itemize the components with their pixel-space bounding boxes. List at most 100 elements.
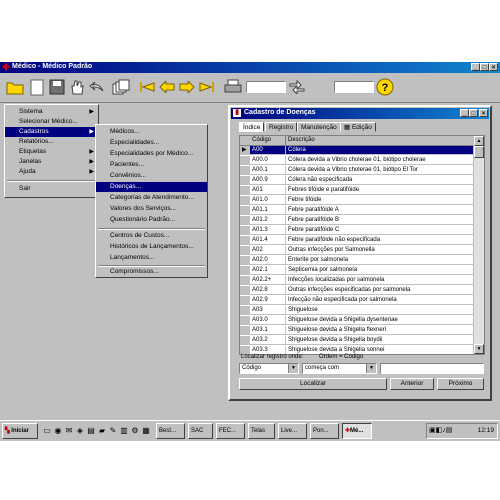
cell-descricao[interactable]: Septicemia por salmonela xyxy=(286,266,474,275)
dropdown-arrow-icon[interactable]: ▼ xyxy=(366,364,376,373)
row-indicator[interactable] xyxy=(240,196,250,205)
cell-codigo[interactable]: A02.1 xyxy=(250,266,286,275)
maximize-button[interactable]: □ xyxy=(480,63,489,71)
cell-descricao[interactable]: Febre paratifóide A xyxy=(286,206,474,215)
calendar-icon[interactable]: ▦ xyxy=(141,425,151,436)
row-indicator[interactable] xyxy=(240,186,250,195)
cell-descricao[interactable]: Febre paratifóide não especificada xyxy=(286,236,474,245)
submenu-item-compromissos[interactable]: Compromissos... xyxy=(96,267,207,277)
cell-codigo[interactable]: A01.4 xyxy=(250,236,286,245)
task-medico[interactable]: ✚Mé... xyxy=(342,423,372,439)
menu-item-sair[interactable]: Sair xyxy=(5,184,98,194)
row-indicator[interactable] xyxy=(240,276,250,285)
submenu-item-convenios[interactable]: Convênios... xyxy=(96,171,207,181)
new-doc-icon[interactable] xyxy=(28,78,46,96)
cell-descricao[interactable]: Cólera devida a Vibrio cholerae 01, biót… xyxy=(286,166,474,175)
menu-item-relatorios[interactable]: Relatórios... xyxy=(5,137,98,147)
cell-codigo[interactable]: A03.0 xyxy=(250,316,286,325)
cell-descricao[interactable]: Cólera xyxy=(286,146,474,155)
cell-codigo[interactable]: A00.1 xyxy=(250,166,286,175)
cell-codigo[interactable]: A00.9 xyxy=(250,176,286,185)
diseases-grid[interactable]: Código Descrição ▶ A00 Cólera A00.0 Cólera d… xyxy=(239,135,485,355)
cell-codigo[interactable]: A01.3 xyxy=(250,226,286,235)
task-telas[interactable]: Telas xyxy=(248,423,275,439)
cell-descricao[interactable]: Infecções localizadas por salmonela xyxy=(286,276,474,285)
edit-icon[interactable]: ✎ xyxy=(108,425,118,436)
menu-item-cadastros[interactable]: Cadastros ▶ xyxy=(5,127,98,137)
submenu-item-especialidades[interactable]: Especialidades... xyxy=(96,138,207,148)
cell-descricao[interactable]: Cólera devida a Vibrio cholerae 01, biót… xyxy=(286,156,474,165)
search-value-input[interactable] xyxy=(380,363,484,374)
back-arrow-icon[interactable] xyxy=(88,78,106,96)
submenu-item-categorias[interactable]: Categorias de Atendimento... xyxy=(96,193,207,203)
submenu-item-doencas[interactable]: Doenças... xyxy=(96,182,207,192)
cell-descricao[interactable]: Infecção não especificada por salmonela xyxy=(286,296,474,305)
folder-icon[interactable] xyxy=(6,78,24,96)
menu-item-sistema[interactable]: Sistema ▶ xyxy=(5,107,98,117)
cell-codigo[interactable]: A02 xyxy=(250,246,286,255)
clock[interactable]: 12:19 xyxy=(478,427,494,434)
cell-codigo[interactable]: A02.9 xyxy=(250,296,286,305)
save-icon[interactable] xyxy=(48,78,66,96)
row-indicator[interactable] xyxy=(240,176,250,185)
cell-codigo[interactable]: A02.0 xyxy=(250,256,286,265)
last-record-icon[interactable] xyxy=(198,78,216,96)
cell-codigo[interactable]: A01.1 xyxy=(250,206,286,215)
row-indicator[interactable] xyxy=(240,306,250,315)
cell-descricao[interactable]: Cólera não especificada xyxy=(286,176,474,185)
row-indicator[interactable] xyxy=(240,336,250,345)
menu-item-etiquetas[interactable]: Etiquetas ▶ xyxy=(5,147,98,157)
toolbar-field-2[interactable] xyxy=(334,81,374,93)
hand-icon[interactable] xyxy=(68,78,86,96)
submenu-item-questionario[interactable]: Questionário Padrão... xyxy=(96,215,207,225)
row-indicator[interactable] xyxy=(240,156,250,165)
cell-descricao[interactable]: Febre paratifóide C xyxy=(286,226,474,235)
prev-record-icon[interactable] xyxy=(158,78,176,96)
search-field-select[interactable]: Código ▼ xyxy=(239,363,299,374)
cell-descricao[interactable]: Shiguelose devida a Shigella sonnei xyxy=(286,346,474,354)
notes-icon[interactable]: ▥ xyxy=(119,425,129,436)
cell-descricao[interactable]: Shiguelose xyxy=(286,306,474,315)
tab-manutencao[interactable]: Manutenção xyxy=(297,122,341,132)
scroll-up-icon[interactable]: ▲ xyxy=(474,136,484,146)
row-indicator[interactable] xyxy=(240,286,250,295)
cell-codigo[interactable]: A03.1 xyxy=(250,326,286,335)
column-header-descricao[interactable]: Descrição xyxy=(286,136,474,145)
help-icon[interactable]: ? xyxy=(376,78,394,96)
tray-icons[interactable]: ▣◧♪▤ xyxy=(429,426,452,434)
channels-icon[interactable]: ◈ xyxy=(75,425,85,436)
cell-descricao[interactable]: Febre paratifóide B xyxy=(286,216,474,225)
search-condition-select[interactable]: começa com ▼ xyxy=(302,363,377,374)
cell-codigo[interactable]: A00 xyxy=(250,146,286,155)
child-maximize-button[interactable]: □ xyxy=(469,109,478,117)
task-pon[interactable]: Pon... xyxy=(310,423,339,439)
task-sac[interactable]: SAC xyxy=(188,423,213,439)
child-minimize-button[interactable]: _ xyxy=(460,109,469,117)
cell-descricao[interactable]: Febre tifóide xyxy=(286,196,474,205)
next-record-icon[interactable] xyxy=(178,78,196,96)
task-best[interactable]: Best... xyxy=(156,423,185,439)
cell-codigo[interactable]: A01.0 xyxy=(250,196,286,205)
task-live[interactable]: Live... xyxy=(278,423,307,439)
cell-codigo[interactable]: A03 xyxy=(250,306,286,315)
printer-icon[interactable] xyxy=(224,78,242,96)
row-indicator[interactable] xyxy=(240,226,250,235)
tab-edicao[interactable]: ▦ Edição xyxy=(340,122,376,132)
submenu-item-valores-servicos[interactable]: Valores dos Serviços... xyxy=(96,204,207,214)
start-button[interactable]: ▚ Iniciar xyxy=(2,423,38,439)
browser-icon[interactable]: ◉ xyxy=(53,425,63,436)
previous-button[interactable]: Anterior xyxy=(390,378,434,390)
scroll-thumb[interactable] xyxy=(474,146,484,158)
row-indicator[interactable] xyxy=(240,206,250,215)
submenu-item-medicos[interactable]: Médicos... xyxy=(96,127,207,137)
scroll-down-icon[interactable]: ▼ xyxy=(474,344,484,354)
submenu-item-centros-custos[interactable]: Centros de Custos... xyxy=(96,231,207,241)
grid-scrollbar[interactable]: ▲ ▼ xyxy=(473,136,484,354)
minimize-button[interactable]: _ xyxy=(471,63,480,71)
dual-arrow-icon[interactable] xyxy=(288,78,306,96)
row-indicator[interactable] xyxy=(240,236,250,245)
cell-descricao[interactable]: Febres tifóide e paratifóide xyxy=(286,186,474,195)
explorer-icon[interactable]: ▤ xyxy=(86,425,96,436)
tab-indice[interactable]: Índice xyxy=(239,122,265,132)
cell-codigo[interactable]: A00.0 xyxy=(250,156,286,165)
